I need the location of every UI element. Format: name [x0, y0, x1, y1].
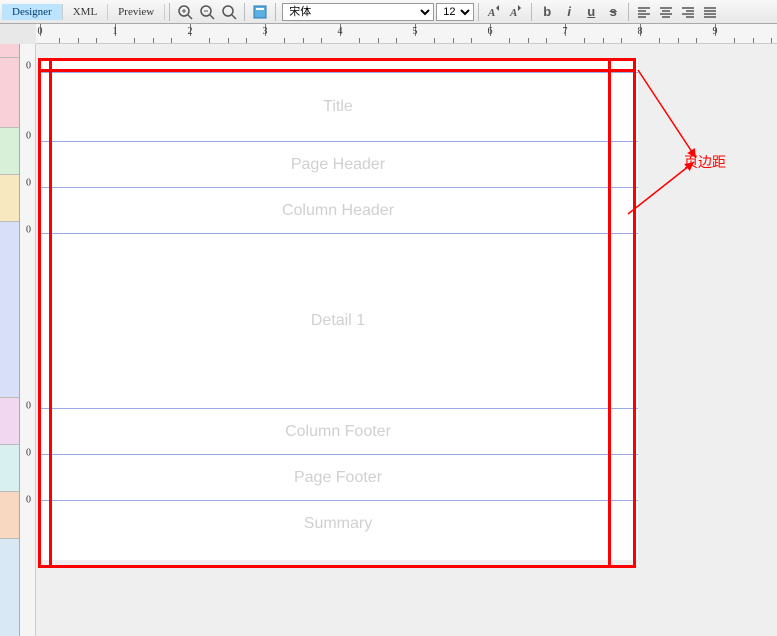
- increase-font-icon[interactable]: A: [484, 2, 504, 22]
- ruler-label: 5: [413, 26, 418, 37]
- v-ruler-label: 0: [26, 131, 31, 142]
- band-page-header[interactable]: Page Header: [38, 141, 638, 188]
- ruler-label: 9: [713, 26, 718, 37]
- v-ruler-label: 0: [26, 225, 31, 236]
- ruler-label: 7: [563, 26, 568, 37]
- annotation-label: 页边距: [684, 152, 726, 172]
- separator: [275, 3, 276, 21]
- svg-text:A: A: [509, 7, 517, 19]
- separator: [169, 3, 170, 21]
- band-title[interactable]: Title: [38, 72, 638, 142]
- canvas-area[interactable]: TitlePage HeaderColumn HeaderDetail 1Col…: [36, 44, 777, 636]
- properties-icon[interactable]: [250, 2, 270, 22]
- separator: [628, 3, 629, 21]
- workspace: 012345678910 0000000 TitlePage HeaderCol…: [0, 24, 777, 636]
- vertical-band-indicator: [0, 44, 20, 636]
- bold-button[interactable]: b: [537, 2, 557, 22]
- separator: [244, 3, 245, 21]
- ruler-label: 8: [638, 26, 643, 37]
- page-margin-top: [38, 58, 638, 72]
- v-ruler-label: 0: [26, 178, 31, 189]
- ruler-label: 3: [263, 26, 268, 37]
- report-page[interactable]: TitlePage HeaderColumn HeaderDetail 1Col…: [38, 58, 638, 560]
- decrease-font-icon[interactable]: A: [506, 2, 526, 22]
- svg-text:A: A: [487, 7, 495, 19]
- v-ruler-label: 0: [26, 61, 31, 72]
- zoom-out-icon[interactable]: [197, 2, 217, 22]
- strike-button[interactable]: s: [603, 2, 623, 22]
- v-ruler-label: 0: [26, 448, 31, 459]
- align-justify-icon[interactable]: [700, 2, 720, 22]
- align-left-icon[interactable]: [634, 2, 654, 22]
- font-size-select[interactable]: 12: [436, 3, 474, 21]
- ruler-label: 1: [113, 26, 118, 37]
- ruler-label: 0: [38, 26, 43, 37]
- tab-preview[interactable]: Preview: [108, 4, 165, 20]
- band-detail-1[interactable]: Detail 1: [38, 233, 638, 409]
- horizontal-ruler: 012345678910: [36, 24, 777, 44]
- zoom-in-icon[interactable]: [175, 2, 195, 22]
- band-page-footer[interactable]: Page Footer: [38, 454, 638, 501]
- zoom-fit-icon[interactable]: [219, 2, 239, 22]
- italic-button[interactable]: i: [559, 2, 579, 22]
- align-right-icon[interactable]: [678, 2, 698, 22]
- separator: [478, 3, 479, 21]
- v-ruler-label: 0: [26, 401, 31, 412]
- ruler-label: 2: [188, 26, 193, 37]
- v-ruler-label: 0: [26, 495, 31, 506]
- align-center-icon[interactable]: [656, 2, 676, 22]
- tab-designer[interactable]: Designer: [2, 4, 63, 20]
- ruler-label: 6: [488, 26, 493, 37]
- separator: [531, 3, 532, 21]
- font-family-select[interactable]: 宋体: [282, 3, 434, 21]
- band-column-header[interactable]: Column Header: [38, 187, 638, 234]
- underline-button[interactable]: u: [581, 2, 601, 22]
- ruler-label: 4: [338, 26, 343, 37]
- tab-xml[interactable]: XML: [63, 4, 108, 20]
- page-margin-bottom: [38, 546, 638, 560]
- band-column-footer[interactable]: Column Footer: [38, 408, 638, 455]
- band-summary[interactable]: Summary: [38, 500, 638, 547]
- main-toolbar: Designer XML Preview 宋体 12 A A b i u s: [0, 0, 777, 24]
